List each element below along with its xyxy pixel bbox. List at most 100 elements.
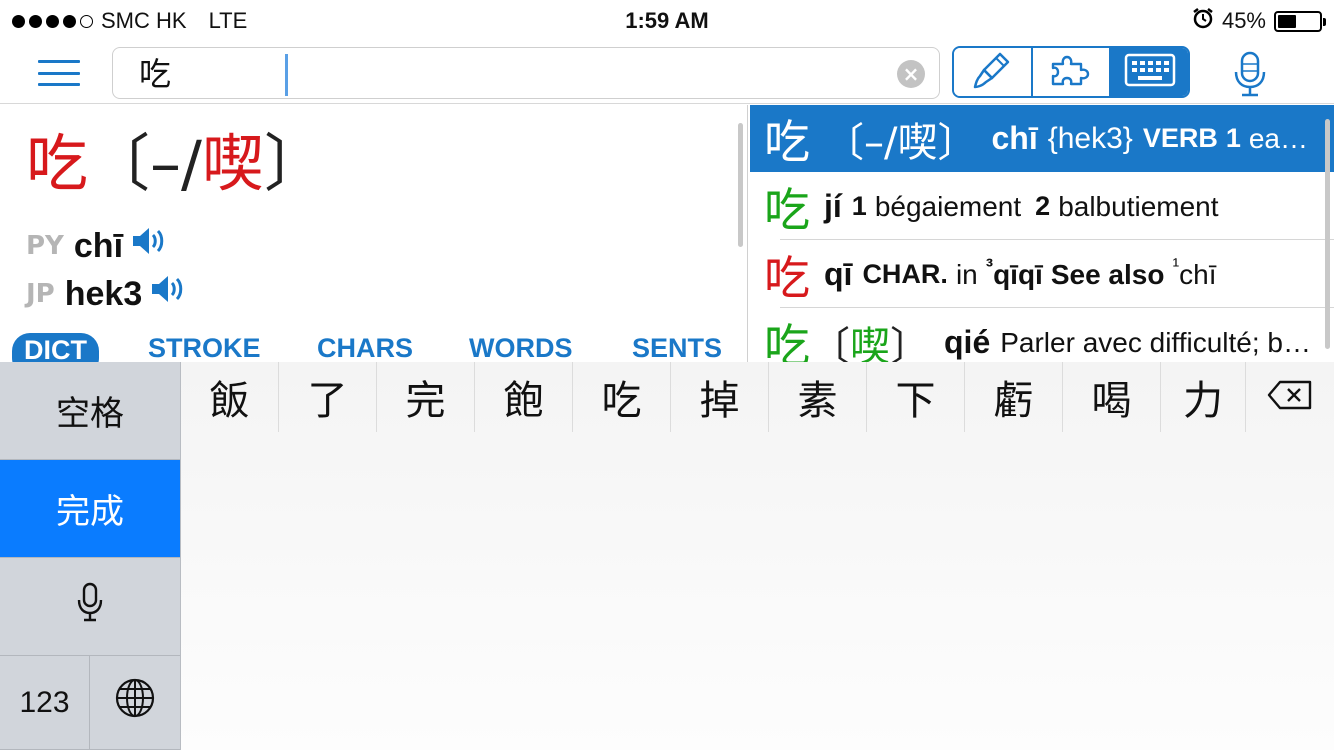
text-caret (285, 54, 288, 96)
candidate-key[interactable]: 了 (279, 362, 377, 432)
result-hanzi: 吃 (764, 318, 810, 363)
headword-bracket-close: 〕 (263, 127, 326, 200)
alarm-icon (1192, 7, 1214, 35)
keyboard: 空格 完成 123 飯 了 完 飽 吃 掉 素 下 虧 喝 力 (0, 362, 1334, 750)
result-pinyin: qī (824, 256, 853, 292)
pinyin-row: PY chī (26, 225, 169, 266)
result-part-of-speech: VERB (1142, 123, 1218, 153)
status-right: 45% (1192, 7, 1326, 35)
result-part-of-speech: CHAR. (862, 259, 948, 289)
tab-chars[interactable]: CHARS (317, 333, 413, 362)
result-bracket-open: 〔 (810, 323, 850, 363)
dictation-key[interactable] (0, 558, 180, 656)
row-divider (780, 239, 1334, 240)
entry-headword: 吃〔–/喫〕 (26, 129, 326, 199)
tab-sents[interactable]: SENTS (632, 333, 722, 362)
result-cross-ref: chī (1179, 258, 1217, 290)
handwriting-mode-button[interactable] (954, 48, 1033, 96)
globe-icon (114, 677, 156, 728)
result-definition: in (955, 258, 978, 290)
result-definition: ea… (1248, 122, 1309, 154)
result-bracket-open: 〔 (824, 119, 864, 166)
radical-mode-button[interactable] (1032, 48, 1112, 96)
result-hanzi: 吃 (764, 182, 810, 237)
result-bracket-close: 〕 (937, 119, 978, 166)
done-key[interactable]: 完成 (0, 460, 180, 558)
results-scrollbar[interactable] (1325, 119, 1330, 349)
battery-icon (1274, 10, 1326, 32)
battery-level (1278, 14, 1296, 28)
entry-detail-pane: 吃〔–/喫〕 PY chī JP hek3 DICT STROKE CHARS … (0, 105, 748, 362)
brush-icon (970, 48, 1014, 96)
headword-bracket-open: 〔 (88, 127, 151, 200)
result-superscript: ³ (985, 253, 994, 279)
headword-variant: 喫 (201, 127, 264, 200)
candidate-key[interactable]: 虧 (965, 362, 1063, 432)
jyutping-row: JP hek3 (26, 273, 188, 314)
result-pinyin: chī (991, 120, 1038, 156)
toolbar: 吃 × (0, 40, 1334, 104)
speaker-icon[interactable] (131, 225, 169, 266)
result-sense-number: 1 (851, 191, 867, 221)
result-row[interactable]: 吃 〔 –/喫 〕 chī {hek3} VERB 1 ea… (750, 105, 1334, 172)
result-definition: balbutiement (1058, 190, 1219, 222)
jyutping-value: hek3 (64, 274, 143, 313)
search-input[interactable]: 吃 × (112, 47, 940, 99)
tab-stroke[interactable]: STROKE (148, 333, 261, 362)
result-pinyin: jí (824, 188, 842, 224)
puzzle-icon (1047, 50, 1095, 94)
jyutping-label: JP (26, 278, 55, 309)
pinyin-label: PY (26, 230, 64, 261)
result-hanzi: 吃 (764, 250, 810, 305)
candidate-key[interactable]: 完 (377, 362, 475, 432)
backspace-key[interactable] (1246, 362, 1334, 432)
result-variant: 喫 (850, 323, 890, 363)
result-bracket-close: 〕 (890, 323, 930, 363)
keyboard-mode-button[interactable] (1111, 48, 1188, 96)
result-row[interactable]: 吃 〔 喫 〕 qié Parler avec difficulté; b… (750, 309, 1334, 363)
headword-variant-dash: –/ (150, 127, 202, 200)
globe-key[interactable] (90, 656, 180, 750)
result-hanzi: 吃 (764, 114, 810, 169)
candidate-key[interactable]: 掉 (671, 362, 769, 432)
search-input-value: 吃 (139, 55, 172, 93)
entry-scrollbar[interactable] (738, 123, 743, 247)
microphone-icon[interactable] (1230, 50, 1270, 98)
candidate-bar: 飯 了 完 飽 吃 掉 素 下 虧 喝 力 (181, 362, 1334, 432)
status-time: 1:59 AM (625, 8, 709, 33)
candidate-key[interactable]: 力 (1161, 362, 1246, 432)
tab-dict[interactable]: DICT (12, 333, 99, 362)
result-jyutping: {hek3} (1047, 121, 1133, 155)
status-bar: SMC HK LTE 1:59 AM 45% (0, 0, 1334, 40)
pinyin-value: chī (73, 226, 124, 265)
candidate-key[interactable]: 喝 (1063, 362, 1161, 432)
candidate-key[interactable]: 飽 (475, 362, 573, 432)
tab-words[interactable]: WORDS (469, 333, 573, 362)
numbers-key[interactable]: 123 (0, 656, 90, 750)
search-results-list: 吃 〔 –/喫 〕 chī {hek3} VERB 1 ea… 吃 jí 1 b… (750, 105, 1334, 362)
result-definition: bégaiement (874, 190, 1022, 222)
microphone-icon (76, 582, 104, 631)
headword-hanzi: 吃 (26, 127, 89, 200)
space-key[interactable]: 空格 (0, 362, 180, 460)
result-pinyin: qié (944, 324, 991, 360)
candidate-key[interactable]: 飯 (181, 362, 279, 432)
hamburger-icon[interactable] (38, 60, 80, 86)
backspace-icon (1266, 379, 1314, 415)
candidate-key[interactable]: 下 (867, 362, 965, 432)
result-sense-number: 2 (1035, 191, 1051, 221)
result-definition: Parler avec difficulté; b… (1000, 326, 1311, 358)
result-row[interactable]: 吃 jí 1 bégaiement 2 balbutiement (750, 173, 1334, 240)
result-variant: –/喫 (864, 119, 938, 166)
keyboard-side-keys: 空格 完成 123 (0, 362, 181, 750)
input-mode-segmented-control (952, 46, 1190, 98)
result-row[interactable]: 吃 qī CHAR. in ³ qīqī See also ¹ chī (750, 241, 1334, 308)
candidate-key[interactable]: 吃 (573, 362, 671, 432)
clear-icon[interactable]: × (897, 60, 925, 88)
candidate-key[interactable]: 素 (769, 362, 867, 432)
speaker-icon[interactable] (150, 273, 188, 314)
keyboard-icon (1124, 53, 1176, 91)
battery-percent: 45% (1221, 8, 1266, 33)
result-sense-number: 1 (1225, 123, 1241, 153)
result-superscript: ¹ (1172, 255, 1180, 277)
